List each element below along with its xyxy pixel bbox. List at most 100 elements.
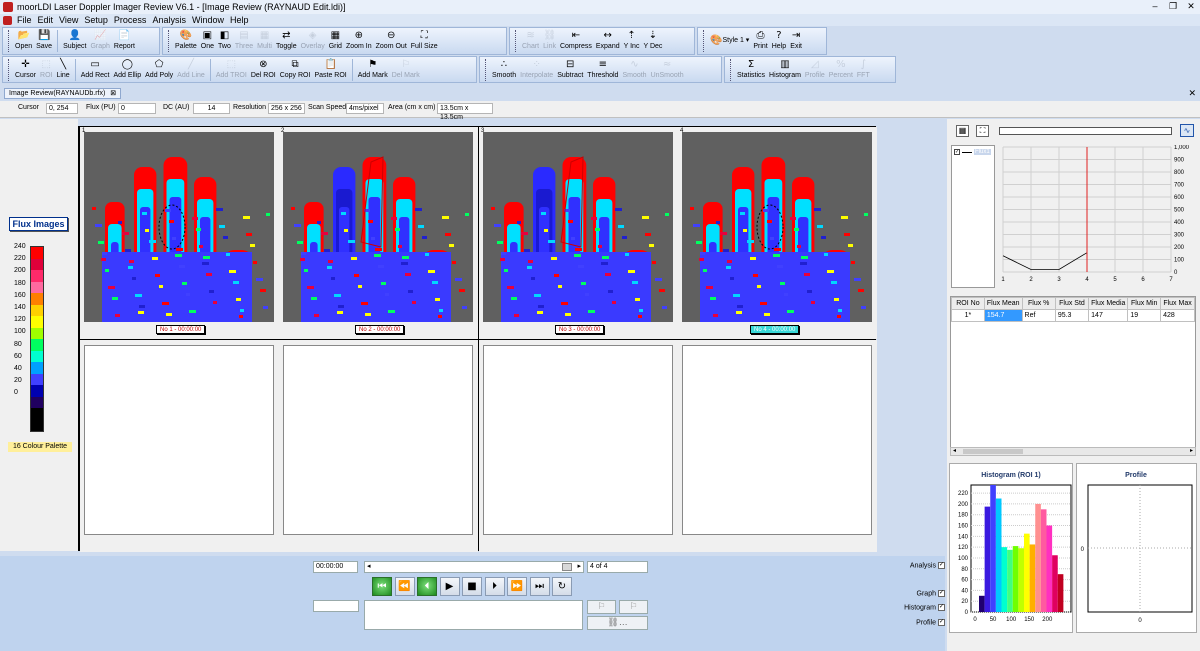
step-forward-button[interactable]: ⏵ — [484, 577, 505, 596]
statistics-button[interactable]: Σ Statistics — [735, 57, 767, 83]
empty-image-slot[interactable] — [483, 345, 673, 535]
roi-header-cell[interactable]: Flux Mean — [983, 297, 1023, 310]
y-dec-button[interactable]: ⇣ Y Dec — [641, 28, 664, 54]
toolbar-grip[interactable] — [168, 30, 171, 52]
slider-right-icon[interactable]: ▸ — [577, 562, 581, 570]
toolbar-grip[interactable] — [703, 30, 706, 52]
overlay-button[interactable]: ◈ Overlay — [299, 28, 327, 54]
copy-roi-button[interactable]: ⧉ Copy ROI — [278, 57, 313, 83]
flux-image[interactable] — [682, 132, 872, 322]
save-button[interactable]: 💾 Save — [34, 28, 54, 54]
notes-field[interactable] — [364, 600, 583, 630]
toolbar-grip[interactable] — [8, 59, 11, 81]
profile-button[interactable]: ◿ Profile — [803, 57, 827, 83]
empty-image-cell[interactable] — [678, 340, 877, 552]
add-mark-button[interactable]: ⚑ Add Mark — [356, 57, 390, 83]
image-caption[interactable]: No 1 - 00:00:00 — [156, 325, 206, 334]
full-size-button[interactable]: ⛶ Full Size — [409, 28, 440, 54]
roi-button[interactable]: ⬚ ROI — [38, 57, 54, 83]
loop-button[interactable]: ↻ — [552, 577, 572, 596]
roi-header-cell[interactable]: Flux Min — [1127, 297, 1162, 310]
menu-analysis[interactable]: Analysis — [149, 15, 189, 25]
toggle-button[interactable]: ⇄ Toggle — [274, 28, 299, 54]
find-icon[interactable]: ⛓… — [587, 616, 648, 630]
frame-slider[interactable]: ◂ ▸ — [364, 561, 584, 573]
palette-name[interactable]: 16 Colour Palette — [8, 442, 72, 452]
menu-setup[interactable]: Setup — [81, 15, 111, 25]
empty-image-slot[interactable] — [84, 345, 274, 535]
flag-prev-icon[interactable]: ⚐ — [587, 600, 616, 614]
menu-help[interactable]: Help — [227, 15, 252, 25]
menu-edit[interactable]: Edit — [35, 15, 57, 25]
toolbar-grip[interactable] — [8, 30, 11, 52]
legend-checkbox[interactable]: ✓ — [954, 149, 960, 155]
graph-checkbox[interactable]: Graph ✓ — [917, 590, 945, 597]
add-ellip-button[interactable]: ◯ Add Ellip — [112, 57, 144, 83]
toolbar-grip[interactable] — [730, 59, 733, 81]
y-inc-button[interactable]: ⇡ Y Inc — [622, 28, 642, 54]
multi-button[interactable]: ▦ Multi — [255, 28, 274, 54]
print-button[interactable]: ⎙ Print — [751, 28, 769, 54]
empty-image-cell[interactable] — [279, 340, 478, 552]
rewind-button[interactable]: ⏪ — [394, 577, 415, 596]
exit-button[interactable]: ⇥ Exit — [788, 28, 804, 54]
toolbar-grip[interactable] — [515, 30, 518, 52]
threshold-button[interactable]: ≡ Threshold — [585, 57, 620, 83]
empty-image-cell[interactable] — [479, 340, 678, 552]
play-button[interactable]: ▶ — [439, 577, 460, 596]
smooth-button[interactable]: ∴ Smooth — [490, 57, 518, 83]
menu-view[interactable]: View — [56, 15, 81, 25]
histogram-checkbox[interactable]: Histogram ✓ — [904, 604, 945, 611]
step-back-button[interactable]: ⏴ — [417, 577, 437, 596]
flux-image-cell[interactable]: 4 No 4 - 00:00:00 — [678, 127, 877, 339]
first-frame-button[interactable]: ⏮ — [372, 577, 392, 596]
unsmooth-button[interactable]: ≈ UnSmooth — [649, 57, 686, 83]
menu-file[interactable]: File — [14, 15, 35, 25]
one-button[interactable]: ▣ One — [199, 28, 216, 54]
flag-next-icon[interactable]: ⚐ — [619, 600, 648, 614]
empty-image-slot[interactable] — [682, 345, 872, 535]
roi-header-cell[interactable]: Flux Max — [1160, 297, 1195, 310]
scroll-left-icon[interactable]: ◂ — [953, 447, 956, 454]
flux-image[interactable] — [483, 132, 673, 322]
empty-image-slot[interactable] — [283, 345, 473, 535]
fft-button[interactable]: ∫ FFT — [855, 57, 872, 83]
three-button[interactable]: ▤ Three — [233, 28, 255, 54]
roi-header-cell[interactable]: Flux % — [1021, 297, 1056, 310]
report-button[interactable]: 📄 Report — [112, 28, 137, 54]
style-dropdown[interactable]: 🎨 Style 1 ▾ — [708, 28, 751, 52]
histogram-button[interactable]: ▥ Histogram — [767, 57, 803, 83]
del-roi-button[interactable]: ⊗ Del ROI — [249, 57, 278, 83]
paste-roi-button[interactable]: 📋 Paste ROI — [312, 57, 348, 83]
roi-table-scrollbar[interactable]: ◂ ▸ — [950, 447, 1196, 456]
legend-item[interactable]: Flux1 — [974, 149, 991, 155]
add-poly-button[interactable]: ⬠ Add Poly — [143, 57, 175, 83]
two-button[interactable]: ◧ Two — [216, 28, 233, 54]
del-mark-button[interactable]: ⚐ Del Mark — [390, 57, 422, 83]
image-caption[interactable]: No 4 - 00:00:00 — [750, 325, 800, 334]
empty-image-cell[interactable] — [80, 340, 279, 552]
tab-close-icon[interactable]: ✕ — [1188, 88, 1196, 99]
percent-button[interactable]: % Percent — [827, 57, 855, 83]
tab-pin-icon[interactable]: ⊠ — [110, 90, 116, 97]
close-icon[interactable]: ✕ — [1182, 0, 1200, 14]
chart-button[interactable]: ≋ Chart — [520, 28, 541, 54]
graph-scroll-track[interactable] — [999, 127, 1172, 135]
fast-forward-button[interactable]: ⏩ — [507, 577, 527, 596]
scroll-thumb[interactable] — [963, 449, 1023, 454]
restore-icon[interactable]: ❐ — [1164, 0, 1182, 14]
slider-left-icon[interactable]: ◂ — [367, 562, 371, 570]
time-field[interactable]: 00:00:00 — [313, 561, 358, 573]
roi-table-row[interactable]: 1* 154.7 Ref 95.3 147 19 428 — [951, 309, 1195, 322]
flux-image[interactable] — [283, 132, 473, 322]
add-rect-button[interactable]: ▭ Add Rect — [79, 57, 112, 83]
grid-button[interactable]: ▦ Grid — [327, 28, 344, 54]
tab-image-review[interactable]: Image Review(RAYNAUDb.rfx) ⊠ — [4, 88, 122, 99]
image-caption[interactable]: No 3 - 00:00:00 — [555, 325, 605, 334]
marker-field[interactable] — [313, 600, 359, 612]
smooth-button[interactable]: ∿ Smooth — [620, 57, 648, 83]
fit-view-icon[interactable]: ⛶ — [976, 125, 989, 137]
image-caption[interactable]: No 2 - 00:00:00 — [355, 325, 405, 334]
subject-button[interactable]: 👤 Subject — [61, 28, 88, 54]
minimize-icon[interactable]: – — [1146, 0, 1164, 14]
